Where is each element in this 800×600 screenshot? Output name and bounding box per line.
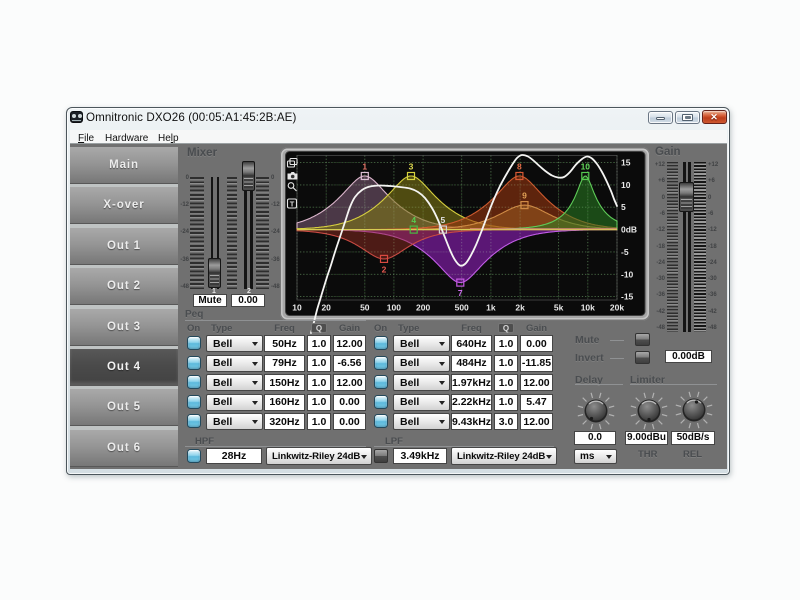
svg-text:5k: 5k bbox=[554, 303, 564, 313]
svg-text:2k: 2k bbox=[515, 303, 525, 313]
svg-text:0dB: 0dB bbox=[621, 225, 637, 235]
svg-text:50: 50 bbox=[360, 303, 370, 313]
svg-text:20k: 20k bbox=[610, 303, 624, 313]
svg-text:9: 9 bbox=[522, 191, 527, 201]
svg-text:500: 500 bbox=[455, 303, 469, 313]
svg-text:8: 8 bbox=[517, 162, 522, 172]
svg-text:15: 15 bbox=[621, 158, 631, 168]
svg-text:1: 1 bbox=[362, 162, 367, 172]
svg-text:5: 5 bbox=[621, 202, 626, 212]
svg-text:1k: 1k bbox=[486, 303, 496, 313]
svg-text:-10: -10 bbox=[621, 269, 634, 279]
svg-text:2: 2 bbox=[382, 264, 387, 274]
svg-text:10: 10 bbox=[581, 162, 591, 172]
svg-text:3: 3 bbox=[409, 162, 414, 172]
svg-text:100: 100 bbox=[387, 303, 401, 313]
svg-text:10: 10 bbox=[621, 180, 631, 190]
svg-text:200: 200 bbox=[416, 303, 430, 313]
svg-text:10k: 10k bbox=[581, 303, 595, 313]
svg-text:-15: -15 bbox=[621, 292, 634, 302]
svg-text:-5: -5 bbox=[621, 247, 629, 257]
svg-text:5: 5 bbox=[441, 215, 446, 225]
svg-text:T: T bbox=[290, 200, 295, 209]
svg-text:4: 4 bbox=[411, 215, 416, 225]
svg-text:10: 10 bbox=[292, 303, 302, 313]
svg-text:7: 7 bbox=[458, 288, 463, 298]
svg-text:20: 20 bbox=[321, 303, 331, 313]
